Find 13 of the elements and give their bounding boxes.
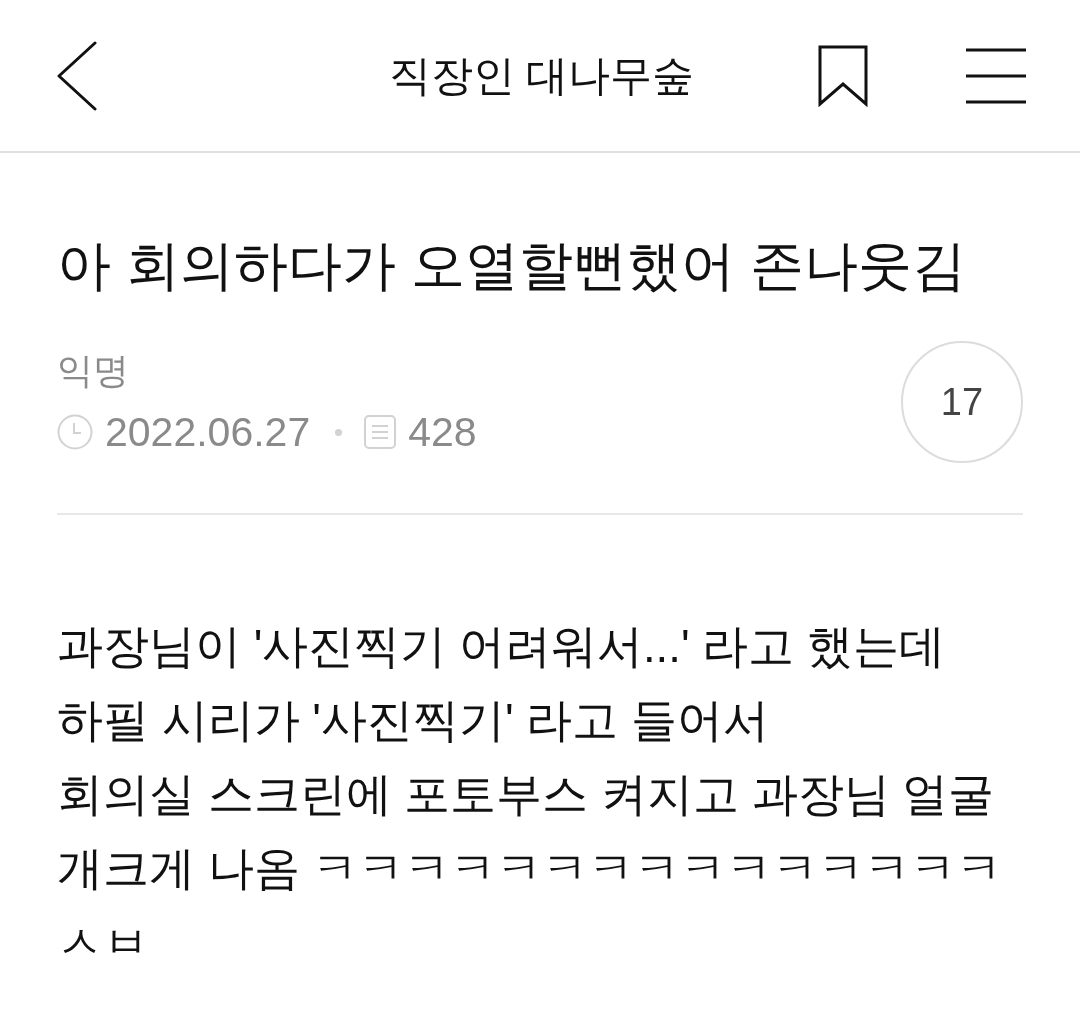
count-badge: 17: [901, 341, 1023, 463]
post-date: 2022.06.27: [105, 410, 311, 454]
post-body-text: 과장님이 '사진찍기 어려워서...' 라고 했는데 하필 시리가 '사진찍기' 라고 들어서 회의실 스크린에 포토부스 켜지고 과장님 얼굴 개크게 나옴 ㅋㅋㅋㅋㅋㅋㅋㅋㅋㅋㅋㅋㅋㅋㅋㅅㅂ: [57, 620, 1004, 970]
board-title: 직장인 대나무숲: [388, 50, 695, 101]
clock-icon: [57, 414, 93, 450]
bullet-icon: [335, 428, 343, 436]
document-icon: [364, 415, 397, 449]
menu-icon[interactable]: [966, 47, 1026, 104]
back-icon[interactable]: [57, 40, 97, 111]
post-title: 아 회의하다가 오열할뻔했어 존나웃김: [57, 234, 967, 297]
bookmark-icon[interactable]: [818, 44, 868, 107]
author-name: 익명: [57, 350, 130, 392]
view-count: 428: [408, 410, 477, 454]
